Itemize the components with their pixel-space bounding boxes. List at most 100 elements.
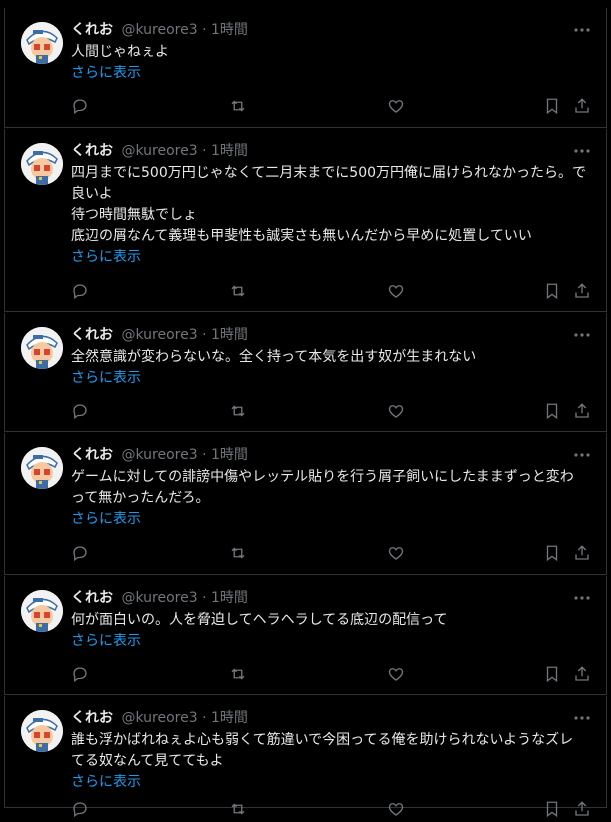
avatar-illustration: [21, 22, 63, 64]
share-icon[interactable]: [573, 665, 593, 685]
bookmark-icon[interactable]: [543, 800, 563, 820]
tweet-text-line: ゲームに対しての誹謗中傷やレッテル貼りを行う屑子飼いにしたままずっと変わって無か…: [71, 469, 574, 506]
more-icon[interactable]: [572, 447, 592, 461]
show-more-link[interactable]: さらに表示: [71, 368, 587, 389]
show-more-link[interactable]: さらに表示: [71, 509, 587, 530]
reply-icon[interactable]: [71, 665, 91, 685]
reply-icon[interactable]: [71, 402, 91, 422]
show-more-link[interactable]: さらに表示: [71, 772, 587, 793]
avatar[interactable]: [21, 143, 63, 185]
tweet-actions: [71, 665, 590, 685]
separator: ·: [202, 447, 207, 463]
more-icon[interactable]: [572, 590, 592, 604]
display-name[interactable]: くれお: [71, 22, 113, 38]
tweet-text: ゲームに対しての誹謗中傷やレッテル貼りを行う屑子飼いにしたままずっと変わって無か…: [71, 467, 587, 530]
avatar-illustration: [21, 590, 63, 632]
reply-icon[interactable]: [71, 97, 91, 117]
tweet[interactable]: くれお @kureore3 · 1時間 誰も浮かばれねぇよ心も弱くて筋違いで今困…: [4, 696, 607, 818]
more-icon[interactable]: [572, 327, 592, 341]
timestamp[interactable]: 1時間: [211, 22, 248, 38]
separator: ·: [202, 327, 207, 343]
avatar[interactable]: [21, 327, 63, 369]
retweet-icon[interactable]: [229, 402, 249, 422]
user-handle[interactable]: @kureore3: [121, 22, 197, 38]
bookmark-icon[interactable]: [543, 665, 563, 685]
show-more-link[interactable]: さらに表示: [71, 63, 587, 84]
tweet-actions: [71, 282, 590, 302]
tweet-header: くれお @kureore3 · 1時間: [71, 141, 248, 161]
display-name[interactable]: くれお: [71, 590, 113, 606]
like-icon[interactable]: [387, 800, 407, 820]
bookmark-icon[interactable]: [543, 97, 563, 117]
tweet-text-line: 人間じゃねぇよ: [71, 44, 169, 60]
retweet-icon[interactable]: [229, 282, 249, 302]
tweet-actions: [71, 402, 590, 422]
timestamp[interactable]: 1時間: [211, 447, 248, 463]
more-icon[interactable]: [572, 22, 592, 36]
tweet-header: くれお @kureore3 · 1時間: [71, 20, 248, 40]
tweet-text: 誰も浮かばれねぇよ心も弱くて筋違いで今困ってる俺を助けられないようなズレてる奴な…: [71, 730, 587, 793]
avatar[interactable]: [21, 590, 63, 632]
retweet-icon[interactable]: [229, 544, 249, 564]
timestamp[interactable]: 1時間: [211, 143, 248, 159]
tweet-header: くれお @kureore3 · 1時間: [71, 708, 248, 728]
bookmark-icon[interactable]: [543, 402, 563, 422]
tweet-text-line: 四月までに500万円じゃなくて二月末までに500万円俺に届けられなかったら。で良…: [71, 165, 587, 202]
tweet-text: 人間じゃねぇよ さらに表示: [71, 42, 587, 84]
retweet-icon[interactable]: [229, 665, 249, 685]
user-handle[interactable]: @kureore3: [121, 710, 197, 726]
tweet[interactable]: くれお @kureore3 · 1時間 全然意識が変わらないな。全く持って本気を…: [4, 313, 607, 432]
separator: ·: [202, 590, 207, 606]
like-icon[interactable]: [387, 665, 407, 685]
separator: ·: [202, 22, 207, 38]
more-icon[interactable]: [572, 143, 592, 157]
like-icon[interactable]: [387, 402, 407, 422]
share-icon[interactable]: [573, 402, 593, 422]
display-name[interactable]: くれお: [71, 327, 113, 343]
tweet[interactable]: くれお @kureore3 · 1時間 ゲームに対しての誹謗中傷やレッテル貼りを…: [4, 433, 607, 575]
avatar[interactable]: [21, 447, 63, 489]
display-name[interactable]: くれお: [71, 447, 113, 463]
like-icon[interactable]: [387, 544, 407, 564]
reply-icon[interactable]: [71, 544, 91, 564]
tweet[interactable]: くれお @kureore3 · 1時間 人間じゃねぇよ さらに表示: [4, 8, 607, 128]
share-icon[interactable]: [573, 97, 593, 117]
share-icon[interactable]: [573, 282, 593, 302]
separator: ·: [202, 710, 207, 726]
display-name[interactable]: くれお: [71, 143, 113, 159]
timestamp[interactable]: 1時間: [211, 590, 248, 606]
retweet-icon[interactable]: [229, 800, 249, 820]
retweet-icon[interactable]: [229, 97, 249, 117]
tweet-text: 全然意識が変わらないな。全く持って本気を出す奴が生まれない さらに表示: [71, 347, 587, 389]
reply-icon[interactable]: [71, 800, 91, 820]
tweet-actions: [71, 544, 590, 564]
timestamp[interactable]: 1時間: [211, 710, 248, 726]
bookmark-icon[interactable]: [543, 544, 563, 564]
like-icon[interactable]: [387, 282, 407, 302]
avatar-illustration: [21, 327, 63, 369]
tweet-text-line: 何が面白いの。人を脅迫してヘラヘラしてる底辺の配信って: [71, 612, 448, 628]
more-icon[interactable]: [572, 710, 592, 724]
timestamp[interactable]: 1時間: [211, 327, 248, 343]
tweet-text-line: 誰も浮かばれねぇよ心も弱くて筋違いで今困ってる俺を助けられないようなズレてる奴な…: [71, 732, 574, 769]
reply-icon[interactable]: [71, 282, 91, 302]
tweet[interactable]: くれお @kureore3 · 1時間 四月までに500万円じゃなくて二月末まで…: [4, 129, 607, 312]
show-more-link[interactable]: さらに表示: [71, 247, 587, 268]
tweet[interactable]: くれお @kureore3 · 1時間 何が面白いの。人を脅迫してヘラヘラしてる…: [4, 576, 607, 695]
share-icon[interactable]: [573, 544, 593, 564]
user-handle[interactable]: @kureore3: [121, 590, 197, 606]
user-handle[interactable]: @kureore3: [121, 447, 197, 463]
tweet-header: くれお @kureore3 · 1時間: [71, 325, 248, 345]
avatar[interactable]: [21, 710, 63, 752]
separator: ·: [202, 143, 207, 159]
display-name[interactable]: くれお: [71, 710, 113, 726]
user-handle[interactable]: @kureore3: [121, 143, 197, 159]
share-icon[interactable]: [573, 800, 593, 820]
show-more-link[interactable]: さらに表示: [71, 631, 587, 652]
avatar[interactable]: [21, 22, 63, 64]
tweet-text: 何が面白いの。人を脅迫してヘラヘラしてる底辺の配信って さらに表示: [71, 610, 587, 652]
like-icon[interactable]: [387, 97, 407, 117]
user-handle[interactable]: @kureore3: [121, 327, 197, 343]
tweet-text-line: 底辺の屑なんて義理も甲斐性も誠実さも無いんだから早めに処置していい: [71, 228, 532, 244]
bookmark-icon[interactable]: [543, 282, 563, 302]
